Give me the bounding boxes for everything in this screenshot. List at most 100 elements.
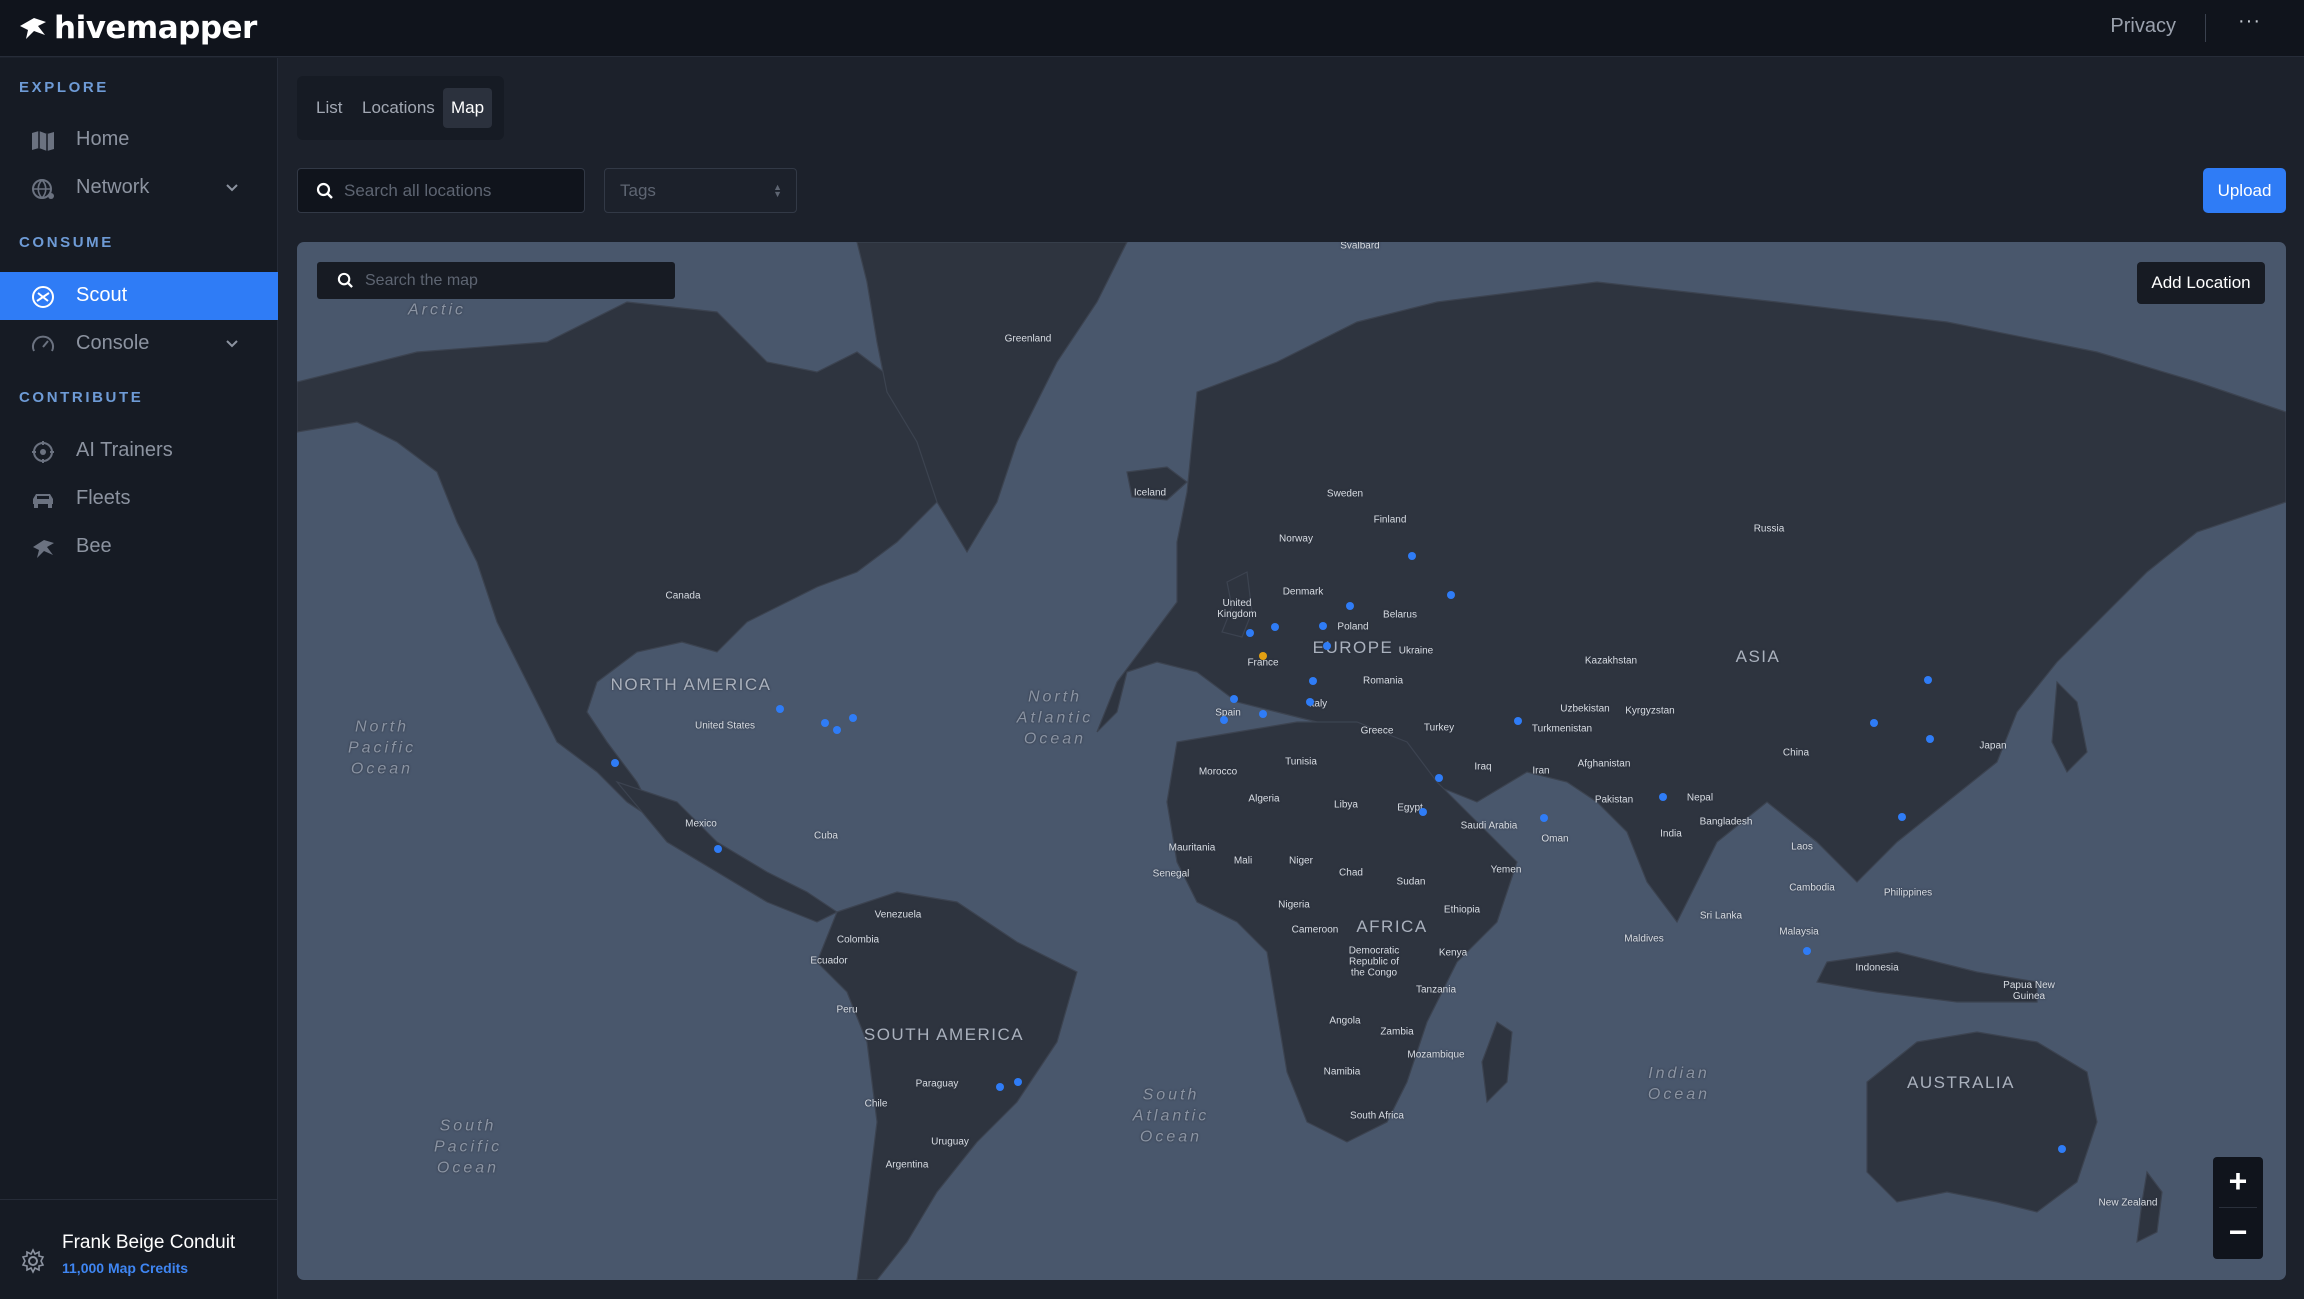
ocean-label: North Pacific Ocean bbox=[347, 718, 417, 778]
country-label: Ethiopia bbox=[1443, 904, 1481, 916]
sidebar-item-label: Console bbox=[76, 332, 150, 354]
location-marker[interactable] bbox=[1246, 629, 1254, 637]
ocean-label: Indian Ocean bbox=[1647, 1065, 1711, 1103]
country-label: Tanzania bbox=[1415, 984, 1457, 996]
sidebar-item-label: Scout bbox=[76, 284, 128, 306]
location-marker[interactable] bbox=[1419, 808, 1427, 816]
sidebar-item-scout[interactable]: Scout bbox=[0, 272, 278, 320]
country-label: Romania bbox=[1362, 675, 1404, 687]
sidebar-item-network[interactable]: Network bbox=[0, 164, 278, 212]
country-label: Cuba bbox=[814, 830, 838, 842]
location-marker[interactable] bbox=[833, 726, 841, 734]
ai-icon bbox=[32, 441, 54, 463]
sidebar-item-console[interactable]: Console bbox=[0, 320, 278, 368]
search-icon bbox=[316, 182, 333, 199]
car-icon bbox=[33, 494, 53, 508]
country-label: Kazakhstan bbox=[1584, 655, 1638, 667]
location-marker[interactable] bbox=[1306, 698, 1314, 706]
zoom-out-button[interactable]: − bbox=[2213, 1208, 2263, 1258]
location-marker[interactable] bbox=[1924, 676, 1932, 684]
country-label: Iran bbox=[1532, 765, 1550, 777]
location-marker[interactable] bbox=[2058, 1145, 2066, 1153]
location-marker[interactable] bbox=[1447, 591, 1455, 599]
country-label: Pakistan bbox=[1594, 794, 1634, 806]
location-marker[interactable] bbox=[996, 1083, 1004, 1091]
sidebar-item-ai-trainers[interactable]: AI Trainers bbox=[0, 427, 278, 475]
country-label: Venezuela bbox=[874, 909, 922, 921]
location-marker[interactable] bbox=[1659, 793, 1667, 801]
location-marker[interactable] bbox=[1346, 602, 1354, 610]
location-marker[interactable] bbox=[1323, 642, 1331, 650]
location-marker[interactable] bbox=[1271, 623, 1279, 631]
search-all-locations-input[interactable] bbox=[344, 169, 574, 212]
location-marker[interactable] bbox=[1319, 622, 1327, 630]
country-label: Paraguay bbox=[915, 1078, 959, 1090]
country-label: Zambia bbox=[1380, 1026, 1414, 1038]
upload-button[interactable]: Upload bbox=[2203, 168, 2286, 213]
sidebar: EXPLORE Home Network CONSUME Scout Conso… bbox=[0, 58, 278, 1299]
location-marker-selected[interactable] bbox=[1259, 652, 1267, 660]
privacy-link[interactable]: Privacy bbox=[2110, 15, 2176, 38]
location-marker[interactable] bbox=[1540, 814, 1548, 822]
country-label: Peru bbox=[836, 1004, 858, 1016]
scout-icon bbox=[32, 286, 54, 308]
location-marker[interactable] bbox=[1870, 719, 1878, 727]
location-marker[interactable] bbox=[1259, 710, 1267, 718]
country-label: Ecuador bbox=[810, 955, 848, 967]
globe-icon bbox=[32, 179, 54, 199]
tab-map[interactable]: Map bbox=[443, 88, 493, 128]
sidebar-item-label: Network bbox=[76, 176, 150, 198]
header-divider bbox=[2205, 14, 2206, 42]
location-marker[interactable] bbox=[1898, 813, 1906, 821]
sidebar-item-home[interactable]: Home bbox=[0, 116, 278, 164]
select-caret-icon: ▲ ▼ bbox=[773, 182, 782, 199]
country-label: Poland bbox=[1337, 621, 1369, 633]
location-marker[interactable] bbox=[1309, 677, 1317, 685]
country-label: Spain bbox=[1215, 707, 1241, 719]
ocean-label: South Pacific Ocean bbox=[433, 1117, 503, 1177]
location-marker[interactable] bbox=[1435, 774, 1443, 782]
sidebar-item-fleets[interactable]: Fleets bbox=[0, 475, 278, 523]
country-label: Svalbard bbox=[1340, 242, 1380, 252]
map-search-input[interactable] bbox=[365, 262, 665, 299]
country-label: Nigeria bbox=[1278, 899, 1310, 911]
world-map[interactable]: NORTH AMERICA SOUTH AMERICA EUROPE AFRIC… bbox=[297, 242, 2286, 1280]
location-marker[interactable] bbox=[611, 759, 619, 767]
country-label: Colombia bbox=[836, 934, 880, 946]
location-marker[interactable] bbox=[821, 719, 829, 727]
country-label: Malaysia bbox=[1779, 926, 1819, 938]
brand-logo[interactable]: hivemapper bbox=[18, 10, 257, 46]
map-search bbox=[317, 262, 675, 299]
continent-label: AUSTRALIA bbox=[1907, 1073, 2015, 1092]
location-marker[interactable] bbox=[1926, 735, 1934, 743]
location-marker[interactable] bbox=[1408, 552, 1416, 560]
gear-icon[interactable] bbox=[20, 1248, 46, 1274]
zoom-in-button[interactable]: + bbox=[2213, 1157, 2263, 1207]
country-label: New Zealand bbox=[2098, 1197, 2158, 1209]
more-menu-button[interactable]: ··· bbox=[2238, 10, 2261, 33]
country-label: Sweden bbox=[1326, 488, 1364, 500]
country-label: China bbox=[1782, 747, 1810, 759]
sidebar-item-bee[interactable]: Bee bbox=[0, 523, 278, 571]
tags-select[interactable]: Tags ▲ ▼ bbox=[604, 168, 797, 213]
location-marker[interactable] bbox=[849, 714, 857, 722]
tags-select-label: Tags bbox=[620, 181, 656, 200]
location-search bbox=[297, 168, 585, 213]
location-marker[interactable] bbox=[1803, 947, 1811, 955]
country-label: Sri Lanka bbox=[1699, 910, 1743, 922]
tab-list[interactable]: List bbox=[308, 88, 350, 128]
tab-locations[interactable]: Locations bbox=[354, 88, 443, 128]
country-label: Namibia bbox=[1323, 1066, 1361, 1078]
add-location-button[interactable]: Add Location bbox=[2137, 262, 2265, 304]
location-marker[interactable] bbox=[1230, 695, 1238, 703]
location-marker[interactable] bbox=[1014, 1078, 1022, 1086]
brand-name: hivemapper bbox=[54, 10, 257, 46]
location-marker[interactable] bbox=[776, 705, 784, 713]
country-label: Papua New Guinea bbox=[2003, 980, 2055, 1002]
country-label: Oman bbox=[1541, 833, 1569, 845]
country-label: Argentina bbox=[885, 1159, 929, 1171]
location-marker[interactable] bbox=[714, 845, 722, 853]
location-marker[interactable] bbox=[1220, 716, 1228, 724]
sidebar-item-label: Home bbox=[76, 128, 130, 150]
location-marker[interactable] bbox=[1514, 717, 1522, 725]
